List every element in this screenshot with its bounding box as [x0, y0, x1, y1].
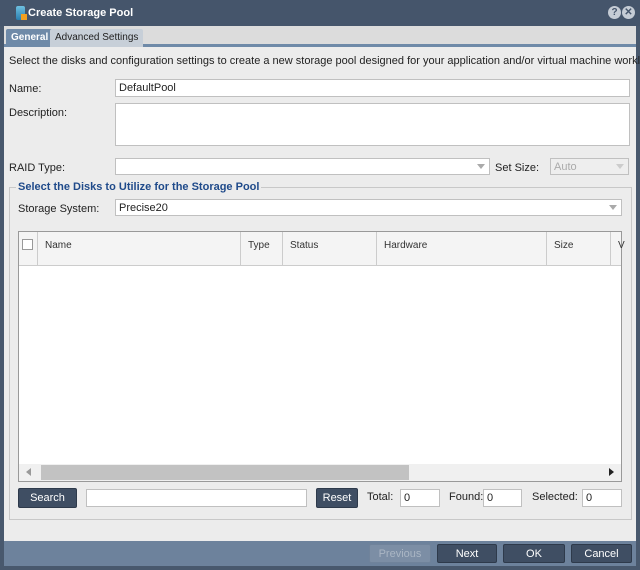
description-textarea[interactable]: [115, 103, 630, 146]
storage-system-select[interactable]: Precise20: [115, 199, 622, 216]
storage-system-value: Precise20: [119, 202, 168, 214]
scrollbar-thumb[interactable]: [41, 465, 409, 480]
search-button[interactable]: Search: [18, 488, 77, 508]
column-v[interactable]: V: [611, 232, 640, 266]
set-size-label: Set Size:: [495, 162, 540, 174]
found-label: Found:: [449, 491, 484, 503]
column-name[interactable]: Name: [38, 232, 241, 266]
column-type[interactable]: Type: [241, 232, 283, 266]
search-input[interactable]: [86, 489, 307, 507]
next-button[interactable]: Next: [437, 544, 497, 563]
tab-strip: General Advanced Settings: [4, 26, 636, 47]
help-icon[interactable]: ?: [608, 6, 621, 19]
raid-type-label: RAID Type:: [9, 162, 66, 174]
selected-label: Selected:: [532, 491, 578, 503]
column-size[interactable]: Size: [547, 232, 611, 266]
select-all-checkbox[interactable]: [22, 239, 33, 250]
column-hardware[interactable]: Hardware: [377, 232, 547, 266]
grid-header: Name Type Status Hardware Size V: [19, 232, 625, 266]
scroll-left-icon[interactable]: [26, 468, 31, 476]
selected-field: 0: [582, 489, 622, 507]
found-field: 0: [483, 489, 522, 507]
close-icon[interactable]: ✕: [622, 6, 635, 19]
raid-type-select[interactable]: [115, 158, 490, 175]
total-field: 0: [400, 489, 440, 507]
ok-button[interactable]: OK: [503, 544, 565, 563]
cancel-button[interactable]: Cancel: [571, 544, 632, 563]
set-size-value: Auto: [554, 161, 577, 173]
select-all-cell: [19, 232, 38, 266]
fieldset-legend: Select the Disks to Utilize for the Stor…: [16, 181, 262, 193]
previous-button[interactable]: Previous: [369, 544, 431, 563]
intro-text: Select the disks and configuration setti…: [9, 55, 640, 67]
footer-bar: Previous Next OK Cancel: [4, 541, 636, 566]
chevron-down-icon: [609, 205, 617, 210]
title-bar: Create Storage Pool ? ✕: [0, 0, 640, 26]
disk-grid: Name Type Status Hardware Size V: [18, 231, 625, 482]
total-label: Total:: [367, 491, 394, 503]
reset-button[interactable]: Reset: [316, 488, 358, 508]
name-label: Name:: [9, 83, 42, 95]
horizontal-scrollbar[interactable]: [19, 464, 621, 481]
chevron-down-icon: [477, 164, 485, 169]
tab-advanced-settings[interactable]: Advanced Settings: [50, 29, 144, 47]
name-input[interactable]: DefaultPool: [115, 79, 630, 97]
column-status[interactable]: Status: [283, 232, 377, 266]
storage-pool-icon-badge: [21, 14, 27, 20]
set-size-select: Auto: [550, 158, 629, 175]
scroll-right-icon[interactable]: [609, 468, 614, 476]
chevron-down-icon: [616, 164, 624, 169]
description-label: Description:: [9, 107, 68, 119]
tab-general[interactable]: General: [6, 29, 54, 47]
window-title: Create Storage Pool: [28, 7, 134, 19]
storage-system-label: Storage System:: [18, 203, 100, 215]
